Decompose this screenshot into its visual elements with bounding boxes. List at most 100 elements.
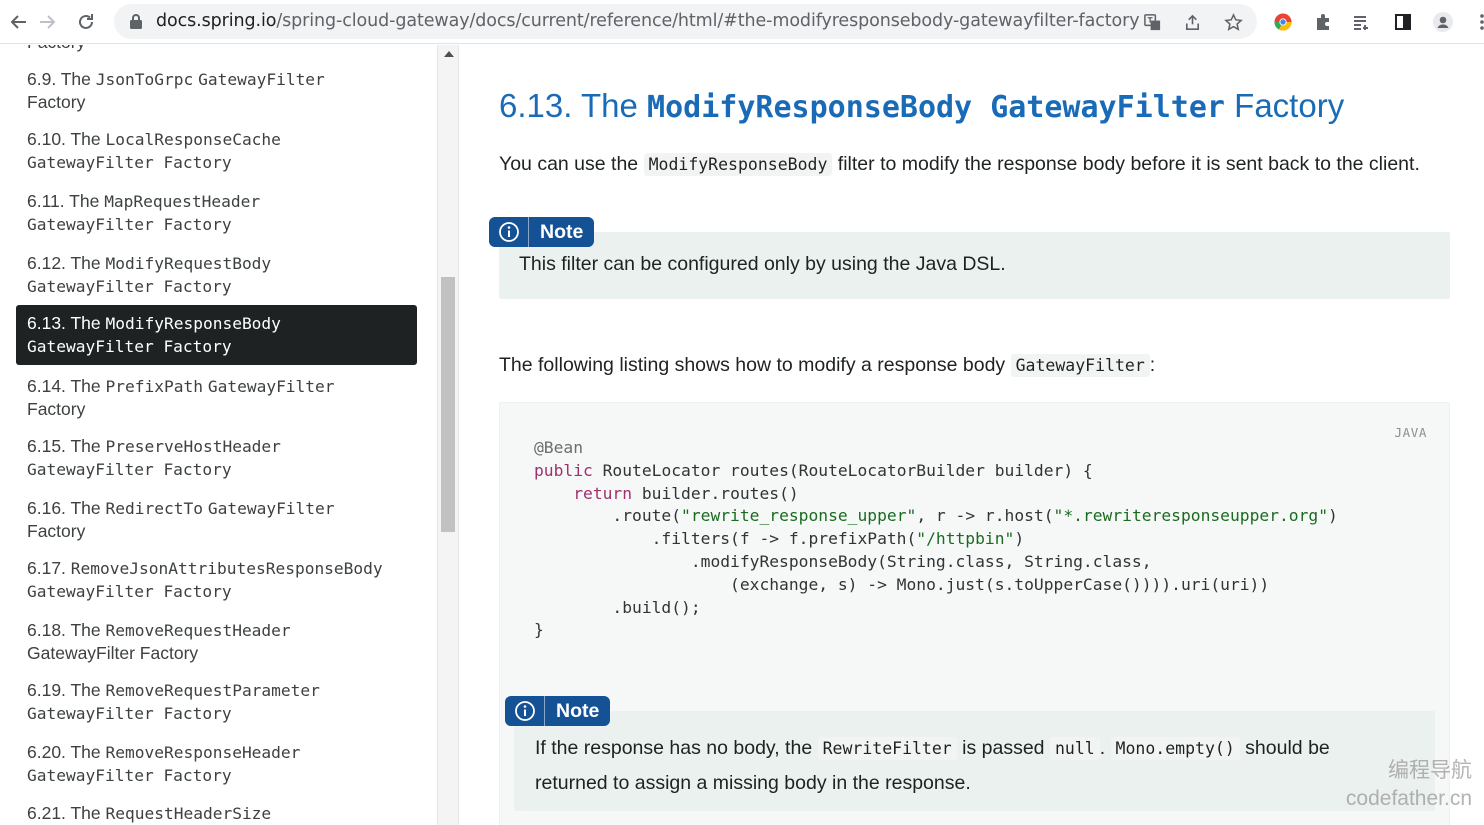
code-text: RouteLocator routes(RouteLocatorBuilder … [592, 460, 1093, 480]
browser-toolbar: docs.spring.io/spring-cloud-gateway/docs… [0, 0, 1484, 44]
toc-line2: GatewayFilter Factory [27, 215, 232, 234]
toc-number: 6.12. The [27, 253, 106, 273]
url-text[interactable]: docs.spring.io/spring-cloud-gateway/docs… [156, 11, 1140, 31]
para-text: filter to modify the response body befor… [832, 153, 1420, 175]
code-text: builder.routes() [632, 483, 799, 503]
code-content[interactable]: @Bean public RouteLocator routes(RouteLoc… [534, 437, 1338, 642]
toc-code: LocalResponseCache [105, 130, 281, 149]
back-arrow-icon[interactable] [6, 9, 32, 35]
toc-code: PreserveHostHeader [105, 437, 281, 456]
profile-avatar-icon[interactable] [1431, 10, 1455, 34]
toc-line2: Factory [27, 521, 86, 541]
toc-item-6-9[interactable]: 6.9. The JsonToGrpc GatewayFilter Factory [16, 68, 417, 114]
inline-code: ModifyResponseBody [643, 153, 833, 176]
lock-icon[interactable] [128, 13, 144, 30]
toc-item-6-21[interactable]: 6.21. The RequestHeaderSize [16, 802, 417, 825]
para-text: The following listing shows how to modif… [499, 354, 1011, 376]
inline-code: GatewayFilter [1010, 354, 1150, 377]
listing-intro: The following listing shows how to modif… [499, 354, 1155, 377]
toc-code: JsonToGrpc [95, 70, 194, 89]
toc-line2: GatewayFilter Factory [27, 766, 232, 785]
para-text: You can use the [499, 153, 644, 175]
inline-code: RewriteFilter [817, 737, 957, 760]
code-line: return builder.routes() [534, 483, 1338, 506]
toc-item-6-19[interactable]: 6.19. The RemoveRequestParameter GatewayF… [16, 679, 417, 725]
watermark-line: 编程导航 [1388, 759, 1472, 782]
side-panel-icon[interactable] [1391, 10, 1415, 34]
address-bar[interactable]: docs.spring.io/spring-cloud-gateway/docs… [114, 4, 1257, 39]
toc-code: ModifyRequestBody [105, 254, 272, 273]
toc-line2: GatewayFilter Factory [27, 643, 199, 663]
toc-item-6-16[interactable]: 6.16. The RedirectTo GatewayFilter Factor… [16, 497, 417, 543]
toc-item-6-10[interactable]: 6.10. The LocalResponseCache GatewayFilte… [16, 128, 417, 174]
note-text-part: should be [1239, 737, 1330, 759]
title-text: Factory [1225, 87, 1345, 124]
toc-number: 6.9. The [27, 69, 96, 89]
inline-code: Mono.empty() [1110, 737, 1240, 760]
toc-code: GatewayFilter [207, 499, 335, 518]
code-string: "/httpbin" [916, 529, 1015, 549]
share-icon[interactable] [1181, 11, 1203, 33]
toc-line2: GatewayFilter Factory [27, 153, 232, 172]
toc-line2: GatewayFilter Factory [27, 704, 232, 723]
toc-code: RemoveRequestParameter [105, 681, 320, 700]
chrome-extension-icon[interactable] [1271, 10, 1295, 34]
toc-item-6-18[interactable]: 6.18. The RemoveRequestHeader GatewayFilt… [16, 619, 417, 665]
toc-line2: GatewayFilter Factory [27, 337, 232, 356]
toc-item-6-13-active[interactable]: 6.13. The ModifyResponseBody GatewayFilte… [16, 305, 417, 365]
toc-line2: GatewayFilter Factory [27, 582, 232, 601]
note-text: This filter can be configured only by us… [519, 253, 1006, 275]
toc-number: 6.11. The [27, 191, 105, 211]
code-keyword: public [534, 460, 593, 480]
toc-code: RemoveResponseHeader [105, 743, 301, 762]
reload-icon[interactable] [73, 9, 99, 35]
watermark-line: codefather.cn [1345, 787, 1472, 810]
toc-item-6-15[interactable]: 6.15. The PreserveHostHeader GatewayFilte… [16, 435, 417, 481]
toc-number: 6.18. The [27, 620, 106, 640]
code-line: .filters(f -> f.prefixPath("/httpbin") [534, 528, 1338, 551]
code-listing[interactable]: JAVA @Bean public RouteLocator routes(Rou… [499, 402, 1450, 825]
note-badge-2: Note [505, 696, 611, 726]
toc-number: 6.16. The [27, 498, 106, 518]
url-path: /spring-cloud-gateway/docs/current/refer… [276, 11, 1140, 31]
url-host: docs.spring.io [156, 11, 277, 31]
toc-number: 6.10. The [27, 129, 106, 149]
note-label: Note [556, 699, 600, 722]
toc-number: 6.21. The [27, 803, 106, 823]
toc-item-6-11[interactable]: 6.11. The MapRequestHeader GatewayFilter … [16, 190, 417, 236]
translate-icon[interactable] [1141, 11, 1163, 33]
code-line: } [534, 620, 544, 640]
reading-list-icon[interactable] [1350, 10, 1374, 34]
puzzle-extensions-icon[interactable] [1311, 10, 1335, 34]
bookmark-star-icon[interactable] [1222, 11, 1244, 33]
toc-item-6-20[interactable]: 6.20. The RemoveResponseHeader GatewayFil… [16, 741, 417, 787]
toc-code: RemoveJsonAttributesResponseBody [70, 559, 383, 578]
toc-number: 6.15. The [27, 436, 106, 456]
note-label: Note [540, 220, 584, 243]
toc-item-partial[interactable]: Factory [27, 45, 85, 53]
code-string: "rewrite_response_upper" [681, 506, 917, 526]
code-line: .build(); [534, 597, 701, 617]
toc-code: ModifyResponseBody [105, 314, 281, 333]
toc-line2: GatewayFilter Factory [27, 277, 232, 296]
toc-number: 6.20. The [27, 742, 106, 762]
code-language-label: JAVA [1394, 425, 1427, 440]
title-code: ModifyResponseBody [647, 90, 973, 125]
note-badge: Note [489, 217, 595, 247]
toc-item-6-12[interactable]: 6.12. The ModifyRequestBody GatewayFilter… [16, 252, 417, 298]
code-text: .filters(f -> f.prefixPath( [534, 529, 917, 549]
code-line: .modifyResponseBody(String.class, String… [534, 551, 1152, 571]
note-admonition-2: If the response has no body, the Rewrite… [514, 711, 1435, 811]
code-text: , r -> r.host( [916, 506, 1054, 526]
toc-item-6-17[interactable]: 6.17. RemoveJsonAttributesResponseBody Ga… [16, 557, 417, 603]
forward-arrow-icon[interactable] [34, 9, 60, 35]
toc-number: 6.13. The [27, 313, 106, 333]
scroll-up-arrow-icon[interactable] [444, 51, 454, 57]
note-text-2: If the response has no body, the Rewrite… [535, 731, 1330, 800]
menu-dots-icon[interactable] [1470, 10, 1484, 34]
sidebar-scrollbar[interactable] [437, 45, 459, 825]
toc-number: 6.17. [27, 558, 71, 578]
code-text: ) [1014, 529, 1025, 549]
scrollbar-thumb[interactable] [441, 277, 455, 532]
toc-item-6-14[interactable]: 6.14. The PrefixPath GatewayFilter Factor… [16, 375, 417, 421]
